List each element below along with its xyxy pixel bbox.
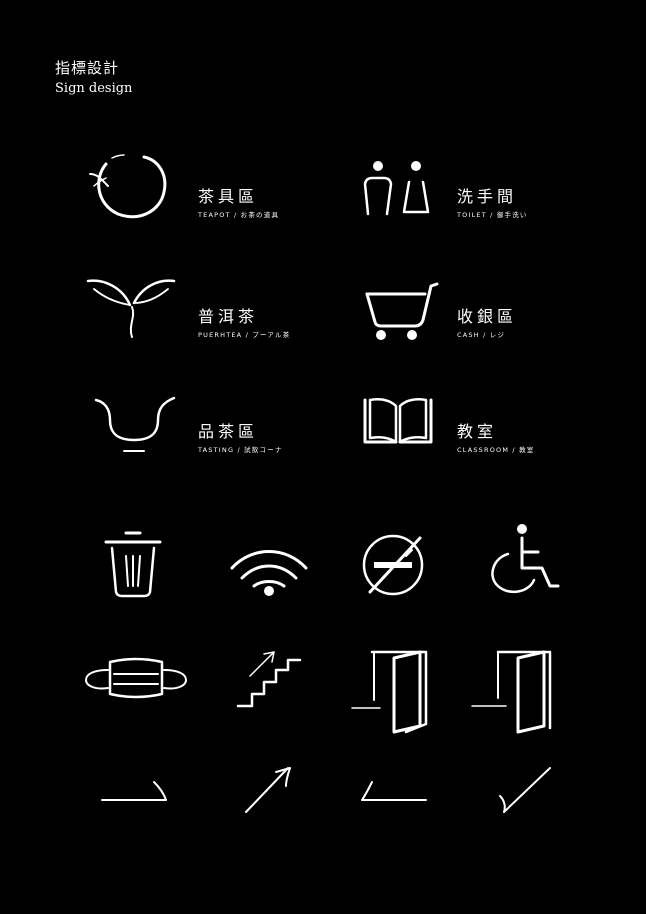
no-smoking-icon — [362, 534, 424, 596]
wheelchair-icon — [491, 524, 560, 593]
sign-classroom: 教室 CLASSROOM / 教室 — [457, 422, 535, 455]
tea-leaf-icon — [86, 279, 176, 338]
sign-label-sub: CLASSROOM / 教室 — [457, 446, 535, 454]
door-exit-left-icon — [351, 650, 428, 734]
trash-icon — [104, 531, 162, 598]
cart-icon — [365, 282, 439, 340]
sign-puerh: 普洱茶 PUERHTEA / プーアル茶 — [198, 307, 290, 340]
sign-label-zh: 收銀區 — [457, 307, 518, 326]
stroke-check-icon — [499, 767, 551, 813]
stroke-diagonal-icon — [245, 767, 291, 813]
page-title-en: Sign design — [55, 81, 133, 96]
header: 指標設計 Sign design — [55, 58, 132, 98]
sign-label-zh: 品茶區 — [198, 422, 259, 441]
tasting-cup-icon — [94, 396, 176, 452]
sign-label-sub: TEAPOT / お茶の道具 — [198, 211, 280, 219]
book-icon — [363, 398, 433, 444]
sign-tasting: 品茶區 TASTING / 試飲コーナ — [198, 422, 283, 455]
wifi-icon — [230, 550, 308, 596]
sign-label-sub: TASTING / 試飲コーナ — [198, 446, 283, 454]
stairs-icon — [236, 651, 302, 708]
sign-label-sub: TOILET / 御手洗い — [457, 211, 528, 219]
sign-label-zh: 洗手間 — [457, 187, 518, 206]
sign-label-sub: CASH / レジ — [457, 331, 506, 339]
door-exit-right-icon — [471, 650, 552, 734]
sign-label-zh: 教室 — [457, 422, 498, 441]
sign-label-zh: 茶具區 — [198, 187, 259, 206]
teapot-icon — [89, 154, 167, 219]
stroke-corner-icon — [361, 781, 427, 801]
sign-toilet: 洗手間 TOILET / 御手洗い — [457, 187, 528, 220]
stroke-horizontal-icon — [101, 781, 167, 801]
sign-label-sub: PUERHTEA / プーアル茶 — [198, 331, 291, 339]
sign-teapot: 茶具區 TEAPOT / お茶の道具 — [198, 187, 279, 220]
mask-icon — [85, 657, 187, 699]
sign-label-zh: 普洱茶 — [198, 307, 259, 326]
page-title-zh: 指標設計 — [55, 59, 120, 77]
toilet-icon — [363, 161, 430, 216]
sign-cash: 收銀區 CASH / レジ — [457, 307, 517, 340]
